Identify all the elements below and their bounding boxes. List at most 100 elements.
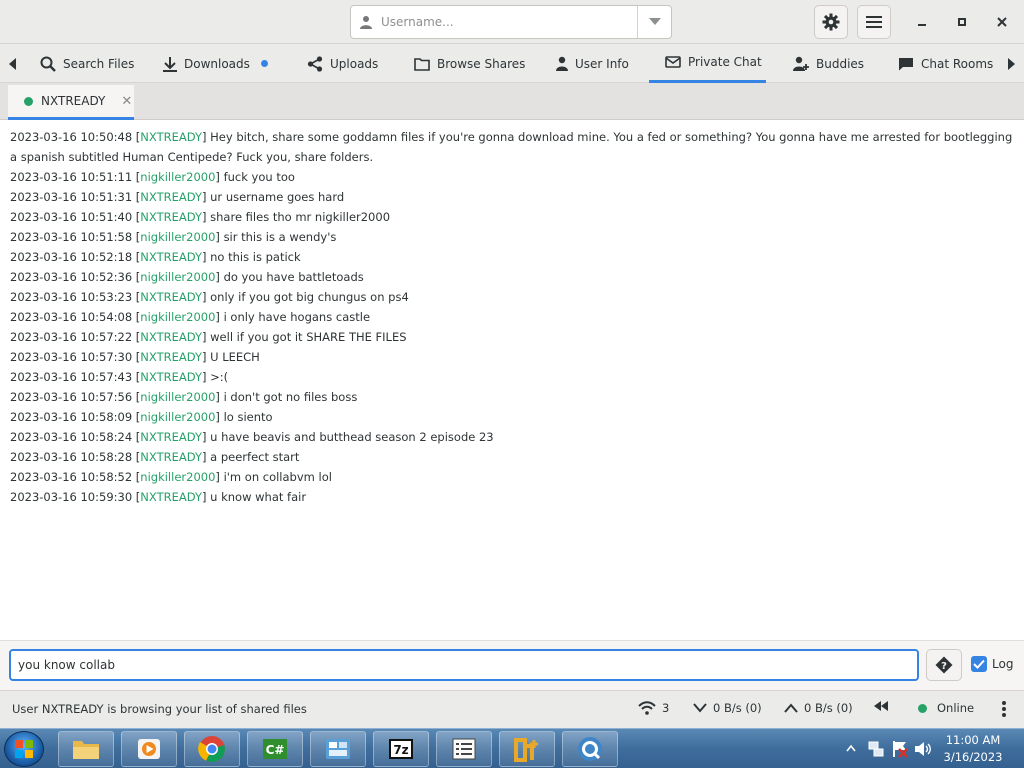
tab-label: Downloads (184, 56, 250, 71)
taskbar-notepad-plus[interactable] (499, 731, 555, 767)
online-status[interactable]: Online (918, 701, 974, 715)
nick-bracket-close: ] (201, 330, 211, 344)
chat-message: 2023-03-16 10:51:40 [NXTREADY] share fil… (10, 207, 1014, 227)
tab-label: User Info (575, 56, 629, 71)
close-tab-icon[interactable]: ✕ (121, 94, 132, 109)
main-menu-button[interactable] (857, 5, 891, 39)
taskbar-7zip[interactable]: 7z (373, 731, 429, 767)
username-input[interactable] (381, 7, 637, 37)
message-text: u have beavis and butthead season 2 epis… (210, 430, 494, 444)
message-text: do you have battletoads (223, 270, 364, 284)
message-nick[interactable]: NXTREADY (140, 130, 202, 144)
help-button[interactable]: ? (926, 649, 962, 681)
message-timestamp: 2023-03-16 10:51:31 (10, 190, 133, 204)
message-nick[interactable]: NXTREADY (140, 210, 202, 224)
log-checkbox[interactable] (971, 656, 987, 672)
media-player-icon (138, 739, 160, 759)
taskbar-explorer[interactable] (58, 731, 114, 767)
download-speed-indicator[interactable]: 0 B/s (0) (693, 701, 762, 715)
status-bar: User NXTREADY is browsing your list of s… (0, 690, 1024, 728)
message-nick[interactable]: nigkiller2000 (140, 270, 215, 284)
message-nick[interactable]: nigkiller2000 (140, 170, 215, 184)
message-timestamp: 2023-03-16 10:59:30 (10, 490, 133, 504)
message-nick[interactable]: nigkiller2000 (140, 470, 215, 484)
message-nick[interactable]: NXTREADY (140, 190, 202, 204)
volume-icon[interactable] (914, 741, 932, 757)
gear-icon (822, 13, 840, 31)
network-icon[interactable] (868, 740, 884, 758)
taskbar-chrome[interactable] (184, 731, 240, 767)
tab-label: Chat Rooms (921, 56, 994, 71)
message-timestamp: 2023-03-16 10:57:43 (10, 370, 133, 384)
nick-bracket-close: ] (215, 470, 224, 484)
message-timestamp: 2023-03-16 10:58:09 (10, 410, 133, 424)
message-nick[interactable]: NXTREADY (140, 290, 202, 304)
message-input[interactable] (9, 649, 919, 681)
upload-speed-indicator[interactable]: 0 B/s (0) (784, 701, 853, 715)
message-nick[interactable]: NXTREADY (140, 430, 202, 444)
message-nick[interactable]: NXTREADY (140, 370, 202, 384)
upload-speed: 0 B/s (0) (804, 701, 853, 715)
nick-bracket-close: ] (215, 170, 224, 184)
tab-private-chat[interactable]: Private Chat (649, 44, 766, 83)
tab-label: Browse Shares (437, 56, 526, 71)
message-nick[interactable]: nigkiller2000 (140, 310, 215, 324)
away-toggle-button[interactable] (873, 701, 889, 711)
message-nick[interactable]: nigkiller2000 (140, 390, 215, 404)
chevron-left-icon (9, 58, 16, 70)
chevron-down-icon[interactable] (637, 6, 671, 38)
minimize-button[interactable] (908, 8, 936, 36)
chat-tab-nxtready[interactable]: NXTREADY ✕ (8, 85, 134, 120)
tab-chat-rooms[interactable]: Chat Rooms (898, 44, 993, 83)
tab-search-files[interactable]: Search Files (40, 44, 134, 83)
share-icon (307, 55, 323, 72)
tab-uploads[interactable]: Uploads (307, 44, 378, 83)
message-nick[interactable]: NXTREADY (140, 490, 202, 504)
tab-downloads[interactable]: Downloads (163, 44, 268, 83)
taskbar-control-panel[interactable] (310, 731, 366, 767)
search-icon (40, 56, 56, 72)
tabs-scroll-right-button[interactable] (1004, 56, 1020, 72)
maximize-button[interactable] (948, 8, 976, 36)
tab-label: Buddies (816, 56, 865, 71)
message-timestamp: 2023-03-16 10:53:23 (10, 290, 133, 304)
start-button[interactable] (4, 731, 44, 767)
message-nick[interactable]: nigkiller2000 (140, 230, 215, 244)
log-toggle[interactable]: Log (971, 656, 1013, 672)
message-timestamp: 2023-03-16 10:51:11 (10, 170, 133, 184)
taskbar-csharp[interactable]: C# (247, 731, 303, 767)
nick-bracket-close: ] (201, 430, 211, 444)
taskbar-quicktime[interactable] (562, 731, 618, 767)
tab-browse-shares[interactable]: Browse Shares (414, 44, 525, 83)
tabs-scroll-left-button[interactable] (4, 56, 20, 72)
tab-user-info[interactable]: User Info (556, 44, 629, 83)
taskbar-list-app[interactable] (436, 731, 492, 767)
message-text: ur username goes hard (210, 190, 345, 204)
message-nick[interactable]: NXTREADY (140, 350, 202, 364)
message-nick[interactable]: NXTREADY (140, 450, 202, 464)
status-menu-button[interactable] (1001, 700, 1007, 718)
chat-log[interactable]: 2023-03-16 10:50:48 [NXTREADY] Hey bitch… (0, 120, 1024, 640)
log-label: Log (992, 657, 1014, 671)
nick-bracket-close: ] (215, 410, 224, 424)
connections-indicator[interactable]: 3 (638, 701, 669, 715)
message-text: U LEECH (210, 350, 260, 364)
tab-buddies[interactable]: Buddies (793, 44, 864, 83)
nick-bracket-close: ] (201, 450, 211, 464)
nick-bracket-close: ] (201, 490, 211, 504)
message-text: fuck you too (223, 170, 295, 184)
close-button[interactable] (988, 8, 1016, 36)
tray-expand-icon[interactable] (846, 744, 856, 752)
action-center-flag-icon[interactable] (892, 740, 908, 758)
preferences-button[interactable] (814, 5, 848, 39)
username-combo[interactable] (350, 5, 672, 39)
message-timestamp: 2023-03-16 10:57:30 (10, 350, 133, 364)
taskbar-clock[interactable]: 11:00 AM 3/16/2023 (940, 732, 1006, 766)
user-status-indicator (24, 96, 33, 106)
message-nick[interactable]: NXTREADY (140, 330, 202, 344)
chat-message: 2023-03-16 10:57:56 [nigkiller2000] i do… (10, 387, 1014, 407)
nick-bracket-close: ] (215, 230, 224, 244)
message-nick[interactable]: NXTREADY (140, 250, 202, 264)
taskbar-media-player[interactable] (121, 731, 177, 767)
message-nick[interactable]: nigkiller2000 (140, 410, 215, 424)
